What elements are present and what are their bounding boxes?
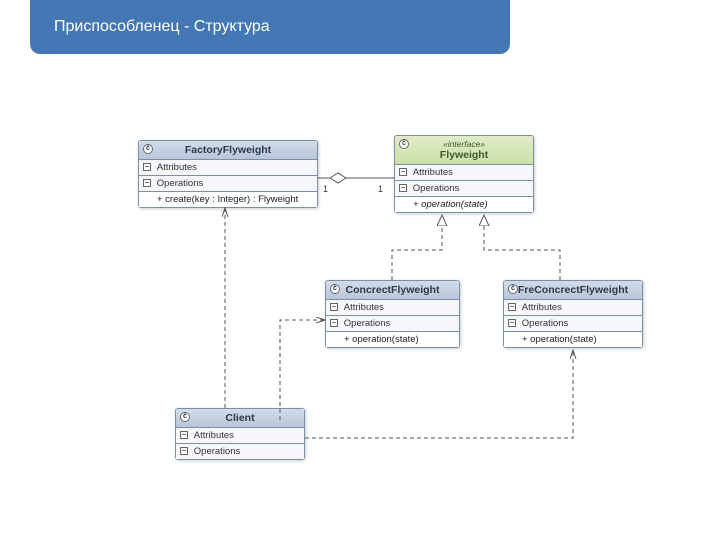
realization-free <box>484 215 560 280</box>
realization-concrete <box>392 215 442 280</box>
compartment-label: Attributes <box>522 302 562 313</box>
class-title: ĉ ConcrectFlyweight <box>326 281 459 300</box>
collapse-icon: − <box>330 319 338 327</box>
attributes-compartment: − Attributes <box>139 160 317 176</box>
compartment-label: Attributes <box>157 162 197 173</box>
dependency-client-concrete <box>280 320 325 420</box>
class-name: Flyweight <box>440 149 488 161</box>
compartment-label: Operations <box>157 178 203 189</box>
class-name: Client <box>225 412 254 424</box>
class-name: FactoryFlyweight <box>185 144 271 156</box>
stereotype: «interface» <box>401 139 527 149</box>
connectors-layer <box>0 0 720 540</box>
operations-compartment: − Operations <box>395 181 533 197</box>
class-icon: ĉ <box>180 412 190 422</box>
operation-item: + operation(state) <box>326 332 459 347</box>
class-icon: ĉ <box>508 284 518 294</box>
class-name: ConcrectFlyweight <box>346 284 440 296</box>
collapse-icon: − <box>143 179 151 187</box>
dependency-client-free <box>305 350 573 438</box>
class-icon: ĉ <box>143 144 153 154</box>
compartment-label: Operations <box>194 446 240 457</box>
class-title: ĉ Client <box>176 409 304 428</box>
operations-compartment: − Operations <box>139 176 317 192</box>
interface-icon: ĉ <box>399 139 409 149</box>
compartment-label: Attributes <box>344 302 384 313</box>
class-factory-flyweight: ĉ FactoryFlyweight − Attributes − Operat… <box>138 140 318 208</box>
collapse-icon: − <box>330 303 338 311</box>
operations-compartment: − Operations <box>326 316 459 332</box>
collapse-icon: − <box>399 168 407 176</box>
collapse-icon: − <box>143 163 151 171</box>
class-concrete-flyweight: ĉ ConcrectFlyweight − Attributes − Opera… <box>325 280 460 348</box>
attributes-compartment: − Attributes <box>176 428 304 444</box>
collapse-icon: − <box>180 447 188 455</box>
compartment-label: Attributes <box>194 430 234 441</box>
compartment-label: Operations <box>344 318 390 329</box>
class-title: ĉ FreConcrectFlyweight <box>504 281 642 300</box>
collapse-icon: − <box>508 319 516 327</box>
attributes-compartment: − Attributes <box>504 300 642 316</box>
collapse-icon: − <box>399 184 407 192</box>
compartment-label: Operations <box>413 183 459 194</box>
class-title: ĉ «interface» Flyweight <box>395 136 533 165</box>
operation-item: + operation(state) <box>504 332 642 347</box>
attributes-compartment: − Attributes <box>326 300 459 316</box>
multiplicity-label: 1 <box>378 184 383 194</box>
operations-compartment: − Operations <box>176 444 304 459</box>
attributes-compartment: − Attributes <box>395 165 533 181</box>
class-icon: ĉ <box>330 284 340 294</box>
class-client: ĉ Client − Attributes − Operations <box>175 408 305 460</box>
multiplicity-label: 1 <box>323 184 328 194</box>
class-name: FreConcrectFlyweight <box>518 284 628 296</box>
interface-flyweight: ĉ «interface» Flyweight − Attributes − O… <box>394 135 534 213</box>
aggregation-diamond <box>330 173 346 183</box>
collapse-icon: − <box>180 431 188 439</box>
operation-item: + operation(state) <box>395 197 533 212</box>
class-free-concrete-flyweight: ĉ FreConcrectFlyweight − Attributes − Op… <box>503 280 643 348</box>
collapse-icon: − <box>508 303 516 311</box>
operations-compartment: − Operations <box>504 316 642 332</box>
slide-header: Приспособленец - Структура <box>30 0 510 54</box>
operation-item: + create(key : Integer) : Flyweight <box>139 192 317 207</box>
compartment-label: Attributes <box>413 167 453 178</box>
slide-title: Приспособленец - Структура <box>54 18 270 35</box>
class-title: ĉ FactoryFlyweight <box>139 141 317 160</box>
compartment-label: Operations <box>522 318 568 329</box>
